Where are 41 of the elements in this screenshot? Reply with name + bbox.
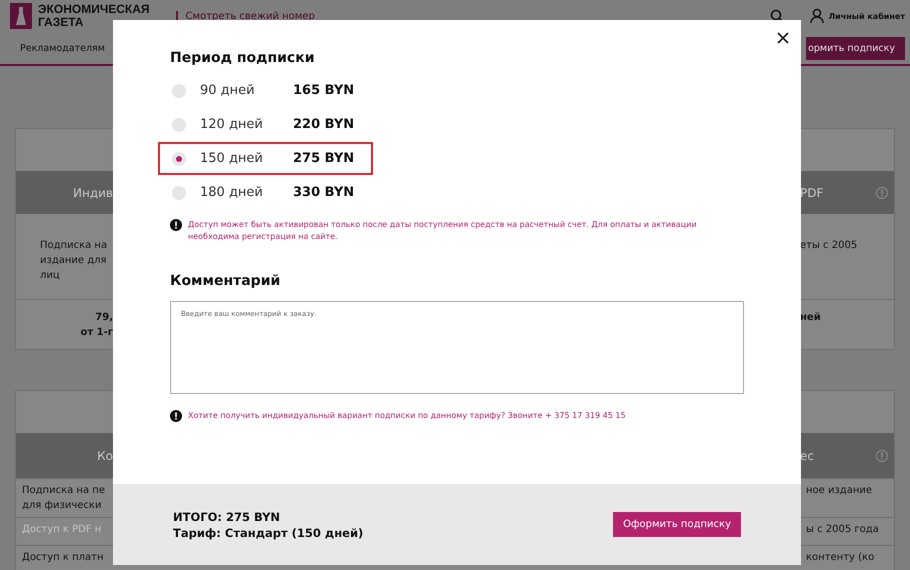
- contact-hint: Хотите получить индивидуальный вариант подписки по данному тарифу? Звоните + 375 17 319 45 15: [188, 410, 626, 422]
- logo-text: ЭКОНОМИЧЕСКАЯ ГАЗЕТА: [38, 3, 150, 29]
- card-description: еты с 2005: [800, 239, 858, 253]
- nav-link[interactable]: Рекламодателям: [20, 43, 105, 54]
- search-icon[interactable]: [770, 9, 784, 23]
- user-icon[interactable]: [810, 8, 824, 24]
- section-title: Период подписки: [170, 50, 316, 66]
- table-cell-text: Доступ к платн: [21, 551, 105, 565]
- radio-button[interactable]: [172, 84, 186, 98]
- column-header: ес: [800, 448, 814, 462]
- period-option[interactable]: 180 дней 330 BYN: [158, 176, 373, 209]
- radio-button[interactable]: [172, 152, 186, 166]
- card-price: 79, от 1-г: [80, 311, 113, 340]
- close-icon[interactable]: [775, 30, 791, 46]
- submit-button[interactable]: Оформить подписку: [613, 512, 741, 537]
- card-price: ней: [800, 311, 822, 325]
- logo-icon: [10, 3, 32, 29]
- subscribe-button[interactable]: ормить подписку: [806, 37, 905, 60]
- radio-button[interactable]: [172, 186, 186, 200]
- account-link[interactable]: Личный кабинет: [828, 12, 905, 20]
- period-option[interactable]: 90 дней 165 BYN: [158, 74, 373, 107]
- table-cell-text: ное издание: [805, 484, 874, 498]
- info-icon: [876, 450, 888, 462]
- table-cell-text: Подписка на пе для физически: [21, 484, 106, 513]
- tariff-text: Тариф: Стандарт (150 дней): [173, 526, 364, 540]
- section-title: Комментарий: [170, 273, 282, 289]
- period-option[interactable]: 150 дней 275 BYN: [158, 142, 373, 175]
- column-header: Индив: [73, 186, 113, 200]
- info-icon: [876, 186, 888, 198]
- column-header: PDF: [800, 186, 824, 200]
- period-option[interactable]: 120 дней 220 BYN: [158, 108, 373, 141]
- access-note: Доступ может быть активирован только после даты поступления средств на расчетный счет. Для оплаты и активации необходима регистрация на сайте.: [188, 219, 698, 243]
- radio-button[interactable]: [172, 118, 186, 132]
- table-cell-text: контенту (ко: [805, 551, 876, 565]
- table-cell-text: Доступ к PDF н: [21, 523, 102, 537]
- card-description: Подписка на издание для лиц: [39, 239, 108, 283]
- table-cell-text: ы с 2005 года: [805, 523, 880, 537]
- column-header: Ко: [97, 448, 113, 462]
- info-icon: [170, 219, 182, 231]
- info-icon: [170, 410, 182, 422]
- total-text: ИТОГО: 275 BYN: [173, 510, 282, 524]
